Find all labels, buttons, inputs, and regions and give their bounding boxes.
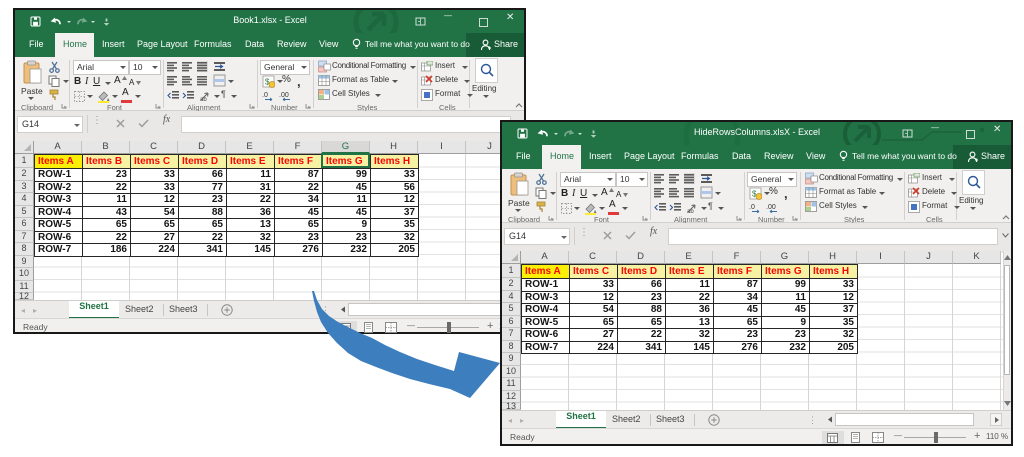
svg-text:.0: .0 [749, 204, 755, 211]
svg-text:.0: .0 [262, 92, 268, 99]
svg-text:.00: .00 [279, 92, 289, 99]
svg-text:.00: .00 [766, 204, 776, 211]
svg-text:ab: ab [200, 97, 207, 102]
svg-text:ab: ab [687, 209, 694, 214]
